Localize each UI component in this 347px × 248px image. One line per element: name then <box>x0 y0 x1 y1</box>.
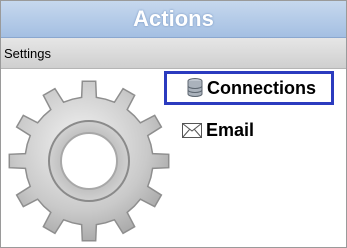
gear-hub-hole <box>60 132 118 190</box>
connections-action[interactable]: Connections <box>164 71 334 105</box>
settings-bar: Settings <box>1 38 346 69</box>
email-action[interactable]: Email <box>167 117 254 143</box>
envelope-icon <box>182 122 202 138</box>
settings-label: Settings <box>4 46 51 61</box>
gear-icon <box>8 80 170 242</box>
email-label: Email <box>206 119 255 140</box>
connections-label: Connections <box>207 77 317 98</box>
actions-panel: Actions Settings Connections Email <box>0 0 347 248</box>
header-title: Actions <box>133 6 214 31</box>
actions-header: Actions <box>1 1 346 38</box>
database-icon <box>187 78 203 97</box>
